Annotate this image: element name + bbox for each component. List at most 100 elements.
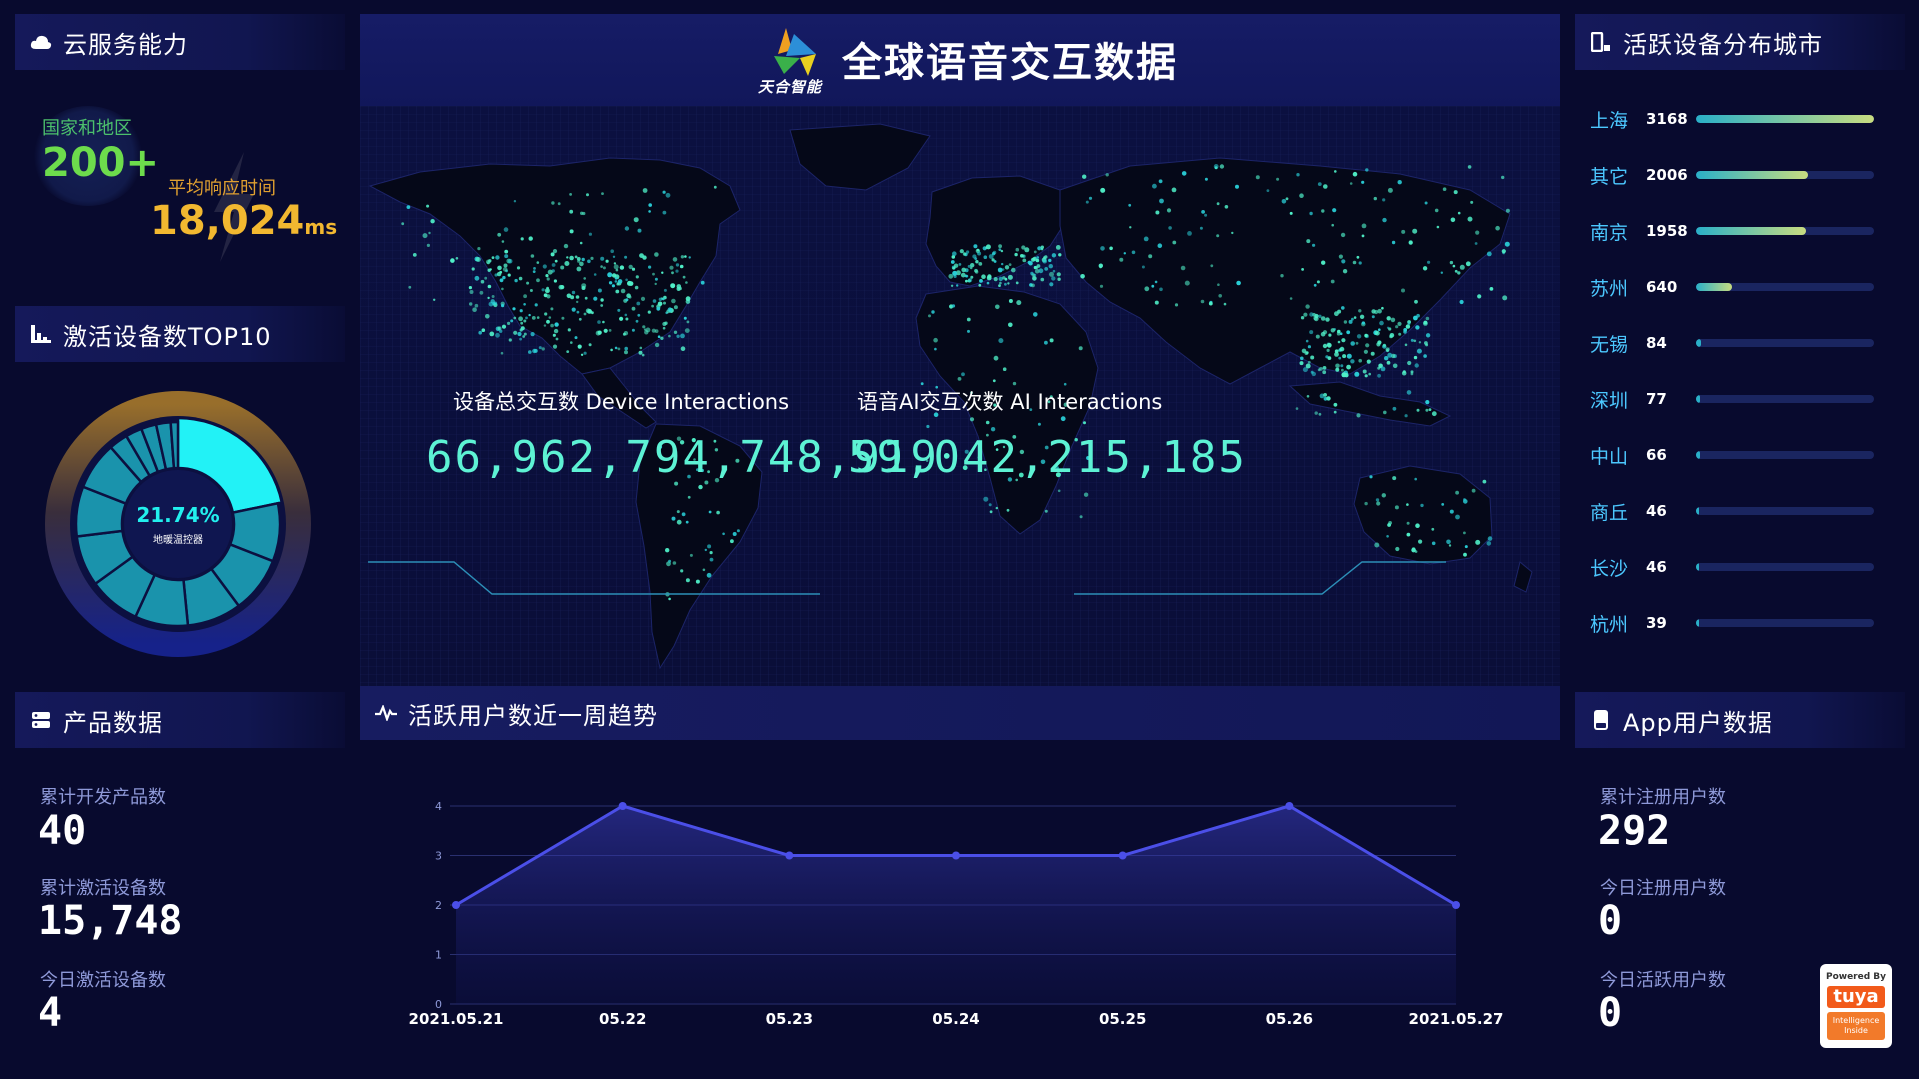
trend-x-tick: 05.25 [1099, 1010, 1146, 1028]
device-dot [958, 263, 962, 266]
device-dot [642, 325, 646, 329]
device-dot [998, 284, 1001, 287]
device-dot [553, 328, 559, 334]
device-dot [1049, 271, 1054, 277]
device-dot [978, 262, 983, 266]
device-dot [533, 267, 536, 270]
trend-point [452, 901, 460, 909]
device-dot [1337, 309, 1342, 314]
device-dot [1346, 353, 1352, 359]
city-value: 46 [1646, 558, 1667, 576]
device-dot [1358, 261, 1362, 265]
device-dot [614, 346, 618, 350]
device-dot [639, 253, 644, 258]
device-dot [1048, 264, 1053, 269]
cities-panel-title: 活跃设备分布城市 [1623, 30, 1823, 59]
device-dot [961, 267, 966, 273]
device-dot [1166, 208, 1172, 213]
device-dot [1310, 370, 1314, 374]
device-dot [617, 347, 621, 351]
device-dot [513, 330, 518, 335]
trend-x-tick: 05.24 [932, 1010, 979, 1028]
device-dot [478, 330, 482, 335]
device-dot [1434, 208, 1439, 213]
device-dot [1350, 359, 1355, 364]
powered-by-badge[interactable]: Powered By tuya Intelligence Inside [1820, 964, 1892, 1048]
donut-percent: 21.74% [136, 503, 219, 527]
device-dot [532, 270, 536, 273]
device-dot [1392, 476, 1397, 481]
device-dot [545, 274, 549, 278]
device-dot [1406, 390, 1412, 395]
device-dot [1322, 343, 1328, 349]
device-dot [1455, 514, 1460, 520]
city-name: 商丘 [1590, 501, 1629, 524]
city-row: 长沙 46 [1590, 552, 1890, 582]
device-dot [513, 200, 517, 203]
device-dot [1449, 509, 1454, 514]
device-dot [663, 301, 666, 305]
device-dot [1377, 308, 1382, 314]
device-dot [1412, 228, 1418, 234]
device-dot [563, 243, 569, 249]
device-dot [1313, 283, 1317, 287]
device-dot [654, 277, 658, 281]
device-dot [608, 281, 613, 285]
world-map: 设备总交互数 Device Interactions 66,962,794,74… [360, 106, 1560, 686]
device-dot [501, 240, 505, 243]
device-dot [1406, 503, 1409, 506]
device-dot [487, 284, 492, 289]
device-dot [574, 255, 578, 259]
device-dot [1316, 280, 1320, 284]
device-dot [1289, 211, 1293, 215]
device-dot [732, 532, 737, 536]
device-dot [401, 222, 405, 226]
device-dot [1380, 366, 1386, 372]
device-dot [1083, 492, 1089, 497]
device-dot [532, 348, 537, 354]
device-dot [583, 312, 587, 316]
device-dot [1346, 330, 1351, 335]
device-dot [499, 270, 503, 274]
device-dot [1141, 265, 1145, 269]
device-dot [1392, 363, 1398, 369]
device-dot [1014, 252, 1018, 257]
device-dot [665, 548, 670, 553]
device-dot [645, 327, 651, 333]
device-dot [1425, 400, 1430, 405]
device-dot [1042, 258, 1047, 264]
device-dot [1382, 198, 1386, 202]
device-dot [1407, 360, 1412, 366]
device-dot [555, 337, 559, 341]
device-dot [981, 274, 986, 279]
device-dot [544, 288, 550, 294]
device-dot [1361, 321, 1365, 325]
device-dot [680, 346, 686, 351]
device-dot [637, 228, 642, 233]
device-dot [1309, 330, 1314, 335]
device-dot [1354, 371, 1360, 377]
app-stat-label: 累计注册用户数 [1600, 787, 1726, 808]
app-stat-label: 今日注册用户数 [1600, 878, 1726, 899]
device-dot [528, 350, 532, 354]
device-dot [1159, 198, 1164, 204]
badge-sub2: Inside [1844, 1026, 1868, 1035]
device-dot [1318, 314, 1322, 318]
device-dot [722, 532, 725, 536]
device-dot [668, 334, 671, 338]
app-stat-value: 0 [1598, 898, 1623, 944]
device-dot [1231, 231, 1234, 235]
device-dot [983, 496, 989, 502]
device-dot [491, 256, 495, 259]
device-dot [1349, 182, 1353, 185]
device-dot [576, 300, 579, 304]
app-stat-label: 今日活跃用户数 [1600, 970, 1726, 991]
device-dot [1322, 370, 1327, 375]
device-dot [1155, 210, 1160, 215]
device-dot [1338, 356, 1342, 360]
device-dot [581, 283, 587, 289]
device-dot [1266, 189, 1270, 192]
device-dot [1361, 180, 1365, 184]
device-dot [1423, 321, 1428, 326]
city-name: 中山 [1590, 445, 1629, 468]
